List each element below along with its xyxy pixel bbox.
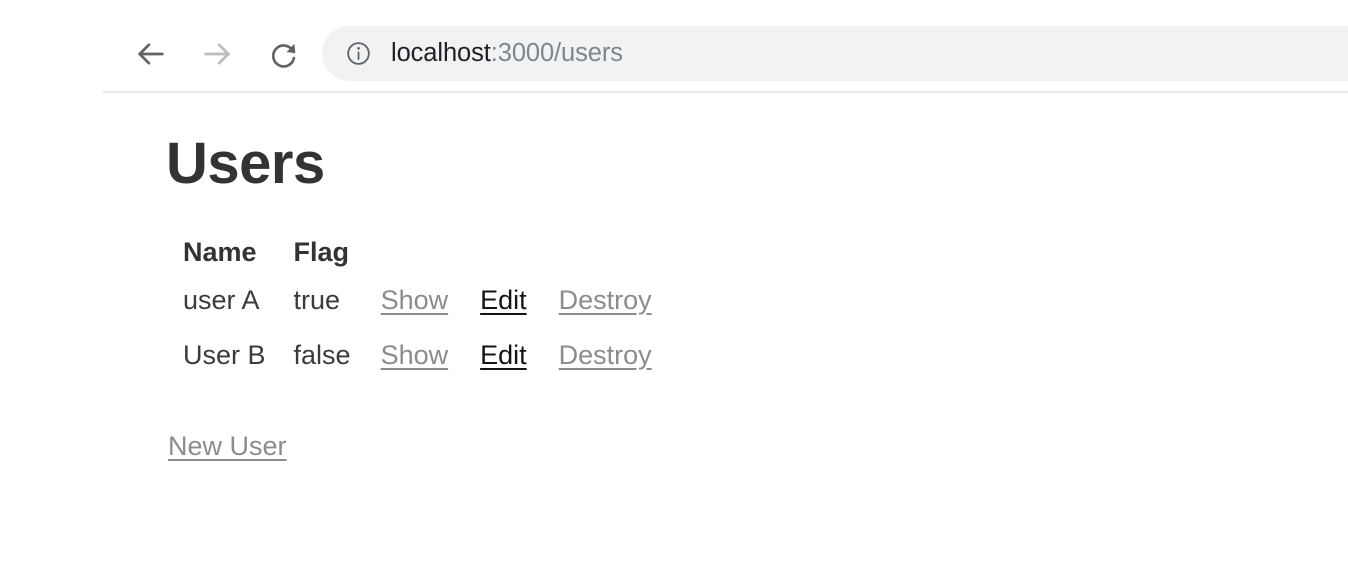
browser-nav-buttons <box>118 30 316 78</box>
forward-button[interactable] <box>184 30 250 78</box>
arrow-right-icon <box>200 37 234 71</box>
users-table: Name Flag user A true Show Edit Destroy <box>169 231 668 383</box>
reload-button[interactable] <box>250 30 316 78</box>
column-header-flag: Flag <box>293 237 350 267</box>
page-title: Users <box>166 131 325 196</box>
cell-edit-action: Edit <box>464 328 543 383</box>
show-link[interactable]: Show <box>381 340 449 370</box>
column-header-edit <box>464 231 543 273</box>
cell-show-action: Show <box>365 328 465 383</box>
table-row: user A true Show Edit Destroy <box>169 273 668 328</box>
cell-user-flag: true <box>293 285 341 315</box>
url-text: localhost:3000/users <box>391 39 623 68</box>
column-header-show <box>365 231 465 273</box>
url-path: :3000/users <box>490 39 623 67</box>
arrow-left-icon <box>134 37 168 71</box>
cell-destroy-action: Destroy <box>543 328 668 383</box>
users-table-body: user A true Show Edit Destroy User B fal… <box>169 273 668 383</box>
destroy-link[interactable]: Destroy <box>559 340 652 370</box>
info-circle-icon[interactable] <box>344 40 372 68</box>
edit-link[interactable]: Edit <box>480 285 527 315</box>
column-header-destroy <box>543 231 668 273</box>
column-header-name: Name <box>183 237 257 267</box>
url-host: localhost <box>391 39 491 67</box>
edit-link[interactable]: Edit <box>480 340 527 370</box>
users-table-head: Name Flag <box>169 231 668 273</box>
cell-user-name: User B <box>183 340 266 370</box>
page-content: Users Name Flag user A true Show Edit De… <box>0 93 1348 586</box>
table-row: User B false Show Edit Destroy <box>169 328 668 383</box>
cell-show-action: Show <box>365 273 465 328</box>
cell-user-name: user A <box>183 285 260 315</box>
back-button[interactable] <box>118 30 184 78</box>
reload-icon <box>267 38 300 71</box>
browser-toolbar: localhost:3000/users <box>0 0 1348 93</box>
show-link[interactable]: Show <box>381 285 449 315</box>
destroy-link[interactable]: Destroy <box>559 285 652 315</box>
cell-edit-action: Edit <box>464 273 543 328</box>
address-bar[interactable]: localhost:3000/users <box>322 26 1348 81</box>
cell-destroy-action: Destroy <box>543 273 668 328</box>
new-user-link[interactable]: New User <box>168 431 287 462</box>
table-header-row: Name Flag <box>169 231 668 273</box>
cell-user-flag: false <box>293 340 351 370</box>
